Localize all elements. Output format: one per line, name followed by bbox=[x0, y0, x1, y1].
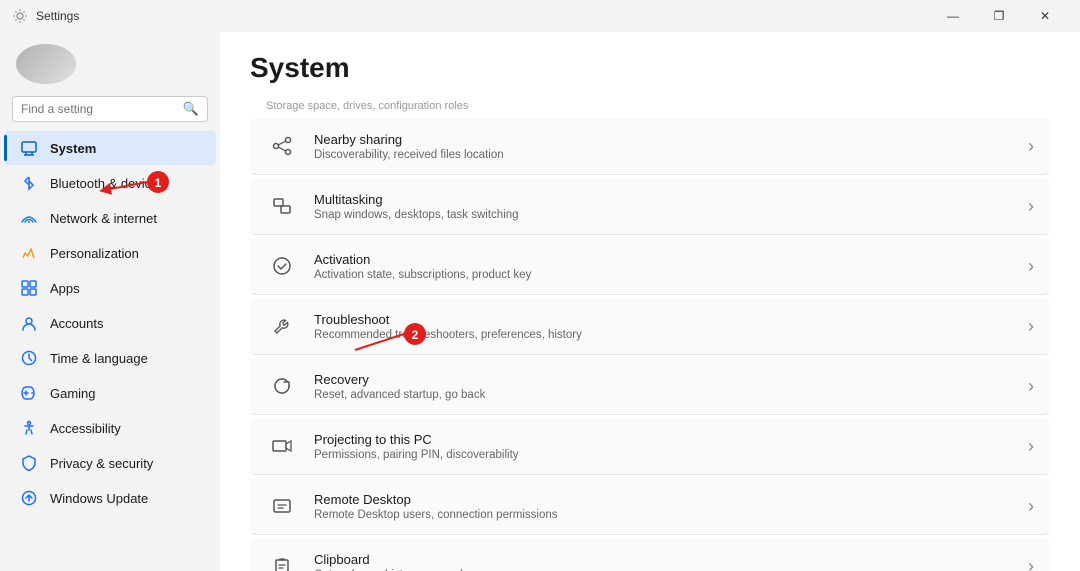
sidebar-item-privacy[interactable]: Privacy & security bbox=[4, 446, 216, 480]
sidebar-item-network[interactable]: Network & internet bbox=[4, 201, 216, 235]
activation-icon bbox=[266, 250, 298, 282]
titlebar-title: Settings bbox=[36, 9, 922, 23]
sidebar-item-accessibility[interactable]: Accessibility bbox=[4, 411, 216, 445]
nearby-sharing-icon bbox=[266, 130, 298, 162]
settings-item-desc: Snap windows, desktops, task switching bbox=[314, 209, 1012, 221]
sidebar-item-label: Network & internet bbox=[50, 211, 157, 226]
settings-item-title: Remote Desktop bbox=[314, 492, 1012, 507]
settings-item-desc: Permissions, pairing PIN, discoverabilit… bbox=[314, 449, 1012, 461]
settings-item-remote-desktop[interactable]: Remote Desktop Remote Desktop users, conn… bbox=[250, 478, 1050, 535]
time-icon bbox=[20, 349, 38, 367]
settings-item-title: Nearby sharing bbox=[314, 132, 1012, 147]
avatar bbox=[16, 44, 76, 84]
settings-item-troubleshoot[interactable]: Troubleshoot Recommended troubleshooters,… bbox=[250, 298, 1050, 355]
search-box[interactable]: 🔍 bbox=[12, 96, 208, 122]
chevron-right-icon: › bbox=[1028, 436, 1034, 457]
settings-item-clipboard[interactable]: ClipboardCut and copy history, sync, cle… bbox=[250, 538, 1050, 571]
settings-item-text: Multitasking Snap windows, desktops, task… bbox=[314, 192, 1012, 221]
sidebar-item-label: Gaming bbox=[50, 386, 96, 401]
chevron-right-icon: › bbox=[1028, 496, 1034, 517]
settings-item-activation[interactable]: Activation Activation state, subscription… bbox=[250, 238, 1050, 295]
sidebar-item-label: Privacy & security bbox=[50, 456, 153, 471]
app-body: 🔍 System Bluetooth & devices Network & int… bbox=[0, 32, 1080, 571]
titlebar-controls: — ❐ ✕ bbox=[930, 0, 1068, 32]
settings-item-desc: Discoverability, received files location bbox=[314, 149, 1012, 161]
personalization-icon bbox=[20, 244, 38, 262]
privacy-icon bbox=[20, 454, 38, 472]
chevron-right-icon: › bbox=[1028, 376, 1034, 397]
settings-item-text: ClipboardCut and copy history, sync, cle… bbox=[314, 552, 1012, 571]
settings-item-projecting[interactable]: Projecting to this PC Permissions, pairin… bbox=[250, 418, 1050, 475]
settings-item-multitasking[interactable]: Multitasking Snap windows, desktops, task… bbox=[250, 178, 1050, 235]
settings-item-title: Projecting to this PC bbox=[314, 432, 1012, 447]
projecting-icon bbox=[266, 430, 298, 462]
close-button[interactable]: ✕ bbox=[1022, 0, 1068, 32]
nav-list: System Bluetooth & devices Network & inter… bbox=[0, 130, 220, 516]
settings-item-desc: Reset, advanced startup, go back bbox=[314, 389, 1012, 401]
sidebar-item-label: Time & language bbox=[50, 351, 148, 366]
settings-item-desc: Recommended troubleshooters, preferences… bbox=[314, 329, 1012, 341]
content-area: System Storage space, drives, configurat… bbox=[220, 32, 1080, 571]
settings-item-title: Multitasking bbox=[314, 192, 1012, 207]
bluetooth-icon bbox=[20, 174, 38, 192]
search-input[interactable] bbox=[21, 102, 177, 116]
scroll-hint: Storage space, drives, configuration rol… bbox=[250, 100, 1050, 112]
settings-item-text: Projecting to this PC Permissions, pairin… bbox=[314, 432, 1012, 461]
sidebar-item-label: Bluetooth & devices bbox=[50, 176, 165, 191]
settings-item-text: Troubleshoot Recommended troubleshooters,… bbox=[314, 312, 1012, 341]
sidebar-item-personalization[interactable]: Personalization bbox=[4, 236, 216, 270]
sidebar-item-gaming[interactable]: Gaming bbox=[4, 376, 216, 410]
clipboard-icon bbox=[266, 550, 298, 571]
update-icon bbox=[20, 489, 38, 507]
remote-desktop-icon bbox=[266, 490, 298, 522]
settings-item-title: Recovery bbox=[314, 372, 1012, 387]
network-icon bbox=[20, 209, 38, 227]
settings-item-text: Recovery Reset, advanced startup, go back bbox=[314, 372, 1012, 401]
apps-icon bbox=[20, 279, 38, 297]
chevron-right-icon: › bbox=[1028, 256, 1034, 277]
sidebar-item-accounts[interactable]: Accounts bbox=[4, 306, 216, 340]
troubleshoot-icon bbox=[266, 310, 298, 342]
search-icon: 🔍 bbox=[183, 101, 199, 117]
settings-item-text: Nearby sharing Discoverability, received … bbox=[314, 132, 1012, 161]
multitasking-icon bbox=[266, 190, 298, 222]
sidebar-item-label: System bbox=[50, 141, 96, 156]
settings-item-desc: Remote Desktop users, connection permiss… bbox=[314, 509, 1012, 521]
titlebar: Settings — ❐ ✕ bbox=[0, 0, 1080, 32]
settings-item-title: Clipboard bbox=[314, 552, 1012, 567]
sidebar-item-bluetooth[interactable]: Bluetooth & devices bbox=[4, 166, 216, 200]
chevron-right-icon: › bbox=[1028, 196, 1034, 217]
accessibility-icon bbox=[20, 419, 38, 437]
settings-item-title: Troubleshoot bbox=[314, 312, 1012, 327]
chevron-right-icon: › bbox=[1028, 316, 1034, 337]
settings-item-recovery[interactable]: Recovery Reset, advanced startup, go back… bbox=[250, 358, 1050, 415]
sidebar-item-windows-update[interactable]: Windows Update bbox=[4, 481, 216, 515]
sidebar-item-apps[interactable]: Apps bbox=[4, 271, 216, 305]
sidebar-item-system[interactable]: System bbox=[4, 131, 216, 165]
settings-item-title: Activation bbox=[314, 252, 1012, 267]
settings-item-desc: Activation state, subscriptions, product… bbox=[314, 269, 1012, 281]
sidebar-item-label: Windows Update bbox=[50, 491, 148, 506]
recovery-icon bbox=[266, 370, 298, 402]
settings-item-text: Activation Activation state, subscription… bbox=[314, 252, 1012, 281]
minimize-button[interactable]: — bbox=[930, 0, 976, 32]
sidebar-item-label: Apps bbox=[50, 281, 80, 296]
sidebar: 🔍 System Bluetooth & devices Network & int… bbox=[0, 32, 220, 571]
chevron-right-icon: › bbox=[1028, 556, 1034, 571]
settings-item-text: Remote Desktop Remote Desktop users, conn… bbox=[314, 492, 1012, 521]
settings-icon bbox=[12, 8, 28, 24]
chevron-right-icon: › bbox=[1028, 136, 1034, 157]
gaming-icon bbox=[20, 384, 38, 402]
system-icon bbox=[20, 139, 38, 157]
sidebar-item-label: Personalization bbox=[50, 246, 139, 261]
restore-button[interactable]: ❐ bbox=[976, 0, 1022, 32]
settings-item-nearby-sharing[interactable]: Nearby sharing Discoverability, received … bbox=[250, 118, 1050, 175]
sidebar-item-label: Accounts bbox=[50, 316, 103, 331]
settings-list: Nearby sharing Discoverability, received … bbox=[250, 118, 1050, 571]
sidebar-item-label: Accessibility bbox=[50, 421, 121, 436]
accounts-icon bbox=[20, 314, 38, 332]
sidebar-item-time[interactable]: Time & language bbox=[4, 341, 216, 375]
page-title: System bbox=[250, 52, 1050, 84]
